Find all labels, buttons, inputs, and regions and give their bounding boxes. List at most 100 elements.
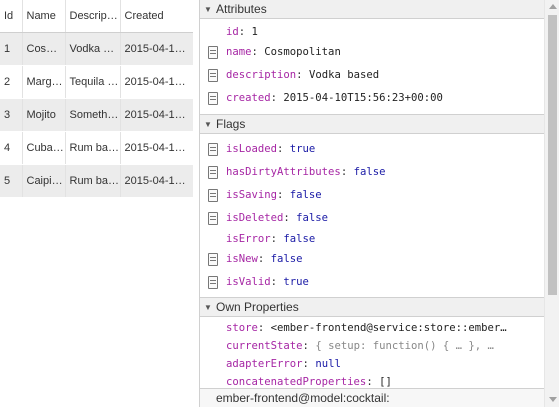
prop-value[interactable]: Vodka based: [309, 69, 379, 81]
prop-value[interactable]: false: [271, 253, 303, 265]
expanded-triangle-icon: ▼: [204, 303, 212, 312]
cell-description: Tequila …: [65, 65, 121, 99]
prop-key: isNew: [226, 253, 258, 265]
cell-created: 2015-04-1…: [120, 131, 193, 165]
prop-value[interactable]: false: [290, 189, 322, 201]
column-header-name[interactable]: Name: [22, 0, 66, 33]
column-header-id[interactable]: Id: [0, 0, 23, 33]
prop-isloaded: isLoaded: true: [200, 138, 544, 161]
prop-value: null: [315, 358, 341, 370]
cell-created: 2015-04-1…: [120, 98, 193, 132]
prop-key: store: [226, 322, 258, 334]
prop-key: currentState: [226, 340, 303, 352]
section-title: Own Properties: [216, 300, 299, 314]
prop-adaptererror: adapterError: null: [226, 358, 341, 370]
edit-icon[interactable]: [208, 189, 218, 202]
expanded-triangle-icon: ▼: [204, 5, 212, 14]
expanded-triangle-icon: ▼: [204, 120, 212, 129]
cell-description: Someth…: [65, 98, 121, 132]
prop-store[interactable]: store: <ember-frontend@service:store::em…: [200, 319, 544, 337]
edit-icon[interactable]: [208, 92, 218, 105]
cell-id: 1: [0, 32, 23, 66]
scroll-up-arrow-icon[interactable]: [549, 4, 557, 9]
column-header-created[interactable]: Created: [120, 0, 193, 33]
inspector-scrollbar[interactable]: [544, 0, 559, 407]
prop-name: name: Cosmopolitan: [200, 41, 544, 64]
cell-created: 2015-04-1…: [120, 164, 193, 198]
edit-icon[interactable]: [208, 166, 218, 179]
prop-key: id: [226, 26, 239, 38]
prop-key: adapterError: [226, 358, 303, 370]
prop-id: id: 1: [226, 26, 258, 38]
table-row[interactable]: 2 Marg… Tequila … 2015-04-1…: [0, 65, 193, 99]
edit-icon[interactable]: [208, 212, 218, 225]
prop-value: []: [379, 376, 392, 388]
prop-description: description: Vodka based: [200, 64, 544, 87]
cell-id: 2: [0, 65, 23, 99]
table-header-row: Id Name Descrip… Created: [0, 0, 193, 33]
records-table-pane: Id Name Descrip… Created 1 Cosm… Vodka b…: [0, 0, 193, 407]
prop-isnew: isNew: false: [200, 248, 544, 271]
cell-description: Rum ba…: [65, 164, 121, 198]
prop-currentstate[interactable]: currentState: { setup: function() { … },…: [200, 337, 544, 355]
prop-key: concatenatedProperties: [226, 376, 367, 388]
prop-iserror: isError: false: [226, 233, 316, 245]
prop-key: description: [226, 69, 297, 81]
prop-value[interactable]: false: [354, 166, 386, 178]
section-header-attributes[interactable]: ▼ Attributes: [200, 0, 544, 19]
cell-name: Mojito: [22, 98, 66, 132]
cell-created: 2015-04-1…: [120, 32, 193, 66]
cell-created: 2015-04-1…: [120, 65, 193, 99]
prop-key: isError: [226, 233, 271, 245]
prop-key: created: [226, 92, 271, 104]
prop-value[interactable]: false: [296, 212, 328, 224]
table-row[interactable]: 5 Caipi… Rum ba… 2015-04-1…: [0, 164, 193, 198]
edit-icon[interactable]: [208, 276, 218, 289]
table-row[interactable]: 3 Mojito Someth… 2015-04-1…: [0, 98, 193, 132]
cell-id: 5: [0, 164, 23, 198]
prop-key: hasDirtyAttributes: [226, 166, 341, 178]
prop-value[interactable]: true: [290, 143, 316, 155]
records-table: Id Name Descrip… Created 1 Cosm… Vodka b…: [0, 0, 193, 198]
table-row[interactable]: 4 Cuba… Rum ba… 2015-04-1…: [0, 131, 193, 165]
prop-key: isDeleted: [226, 212, 284, 224]
section-title: Attributes: [216, 2, 267, 16]
cell-name: Cosm…: [22, 32, 66, 66]
scroll-down-arrow-icon[interactable]: [549, 397, 557, 402]
prop-key: isValid: [226, 276, 271, 288]
prop-value: <ember-frontend@service:store::ember…: [270, 322, 507, 334]
prop-isvalid: isValid: true: [200, 271, 544, 294]
prop-value: false: [283, 233, 316, 245]
scroll-up-icon[interactable]: ▲: [192, 35, 193, 42]
edit-icon[interactable]: [208, 69, 218, 82]
cell-description: Vodka b…: [65, 32, 121, 66]
section-header-own-properties[interactable]: ▼ Own Properties: [200, 297, 544, 317]
cell-name: Marg…: [22, 65, 66, 99]
cell-id: 3: [0, 98, 23, 132]
prop-hasdirtyattributes: hasDirtyAttributes: false: [200, 161, 544, 184]
prop-value: { setup: function() { … }, …: [315, 340, 494, 352]
prop-value[interactable]: Cosmopolitan: [264, 46, 341, 58]
cell-id: 4: [0, 131, 23, 165]
prop-isdeleted: isDeleted: false: [200, 207, 544, 230]
prop-value[interactable]: true: [283, 276, 309, 288]
section-header-flags[interactable]: ▼ Flags: [200, 114, 544, 134]
model-footer-label: ember-frontend@model:cocktail:: [200, 388, 544, 407]
edit-icon[interactable]: [208, 46, 218, 59]
table-row[interactable]: 1 Cosm… Vodka b… 2015-04-1…: [0, 32, 193, 66]
cell-description: Rum ba…: [65, 131, 121, 165]
scrollbar-thumb[interactable]: [548, 15, 557, 295]
prop-created: created: 2015-04-10T15:56:23+00:00: [200, 87, 544, 110]
column-header-description[interactable]: Descrip…: [65, 0, 121, 33]
prop-value[interactable]: 2015-04-10T15:56:23+00:00: [283, 92, 442, 104]
edit-icon[interactable]: [208, 143, 218, 156]
prop-key: name: [226, 46, 252, 58]
cell-name: Caipi…: [22, 164, 66, 198]
prop-key: isSaving: [226, 189, 278, 201]
prop-issaving: isSaving: false: [200, 184, 544, 207]
cell-name: Cuba…: [22, 131, 66, 165]
prop-value: 1: [251, 26, 258, 38]
edit-icon[interactable]: [208, 253, 218, 266]
object-inspector: ▼ Attributes id: 1 name: Cosmopolitan des…: [199, 0, 544, 407]
section-title: Flags: [216, 117, 246, 131]
